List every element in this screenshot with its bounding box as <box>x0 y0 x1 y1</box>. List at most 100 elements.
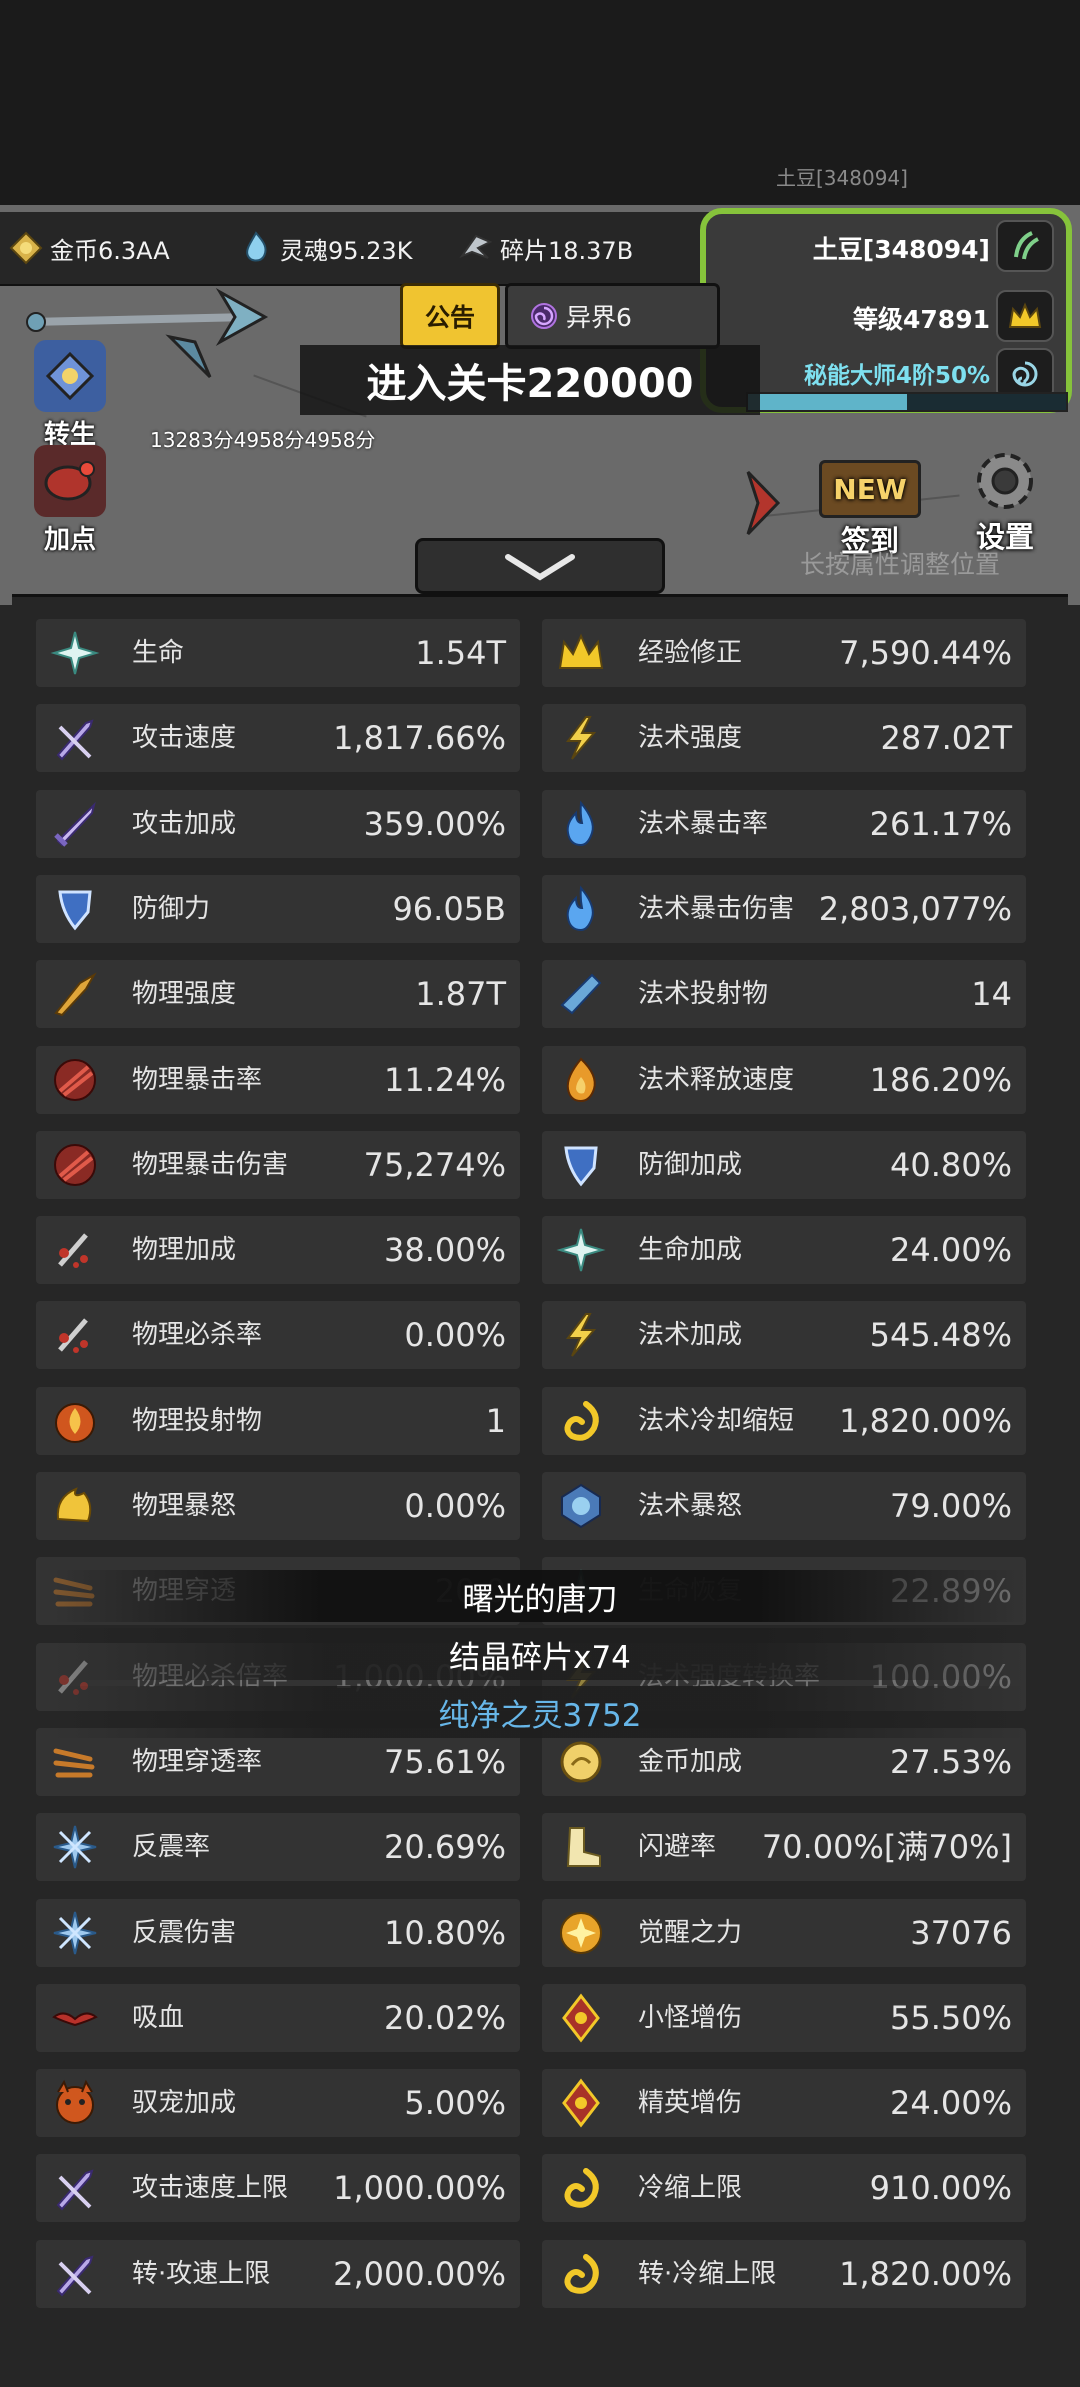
stat-cell[interactable]: 冷缩上限 910.00% <box>542 2154 1026 2223</box>
stat-label: 生命加成 <box>638 1235 743 1266</box>
blue-flame-icon <box>566 800 594 846</box>
swirl-icon <box>564 2253 599 2294</box>
stat-cell[interactable]: 转·冷缩上限 1,820.00% <box>542 2239 1026 2308</box>
stat-label: 生命 <box>132 638 185 668</box>
stat-cell[interactable]: 法术加成 545.48% <box>542 1301 1026 1370</box>
settings-button[interactable]: 设置 <box>950 445 1060 556</box>
chevron-down-icon <box>505 554 575 581</box>
gear-icon <box>977 453 1033 509</box>
stat-cell[interactable]: 生命加成 24.00% <box>542 1216 1026 1285</box>
pet-icon <box>56 2079 94 2125</box>
stat-cell[interactable]: 反震伤害 10.80% <box>36 1898 520 1967</box>
stat-label: 转·冷缩上限 <box>638 2258 777 2289</box>
stat-cell[interactable]: 物理强度 1.87T <box>36 960 520 1029</box>
stat-cell[interactable]: 法术投射物 14 <box>542 960 1026 1029</box>
collapse-button[interactable] <box>415 538 665 594</box>
emblem-icon <box>562 1993 600 2043</box>
stat-value: 11.24% <box>383 1060 506 1099</box>
stat-label: 驭宠加成 <box>132 2088 237 2119</box>
fire-orb-icon <box>55 1402 95 1443</box>
plus-icon <box>50 631 100 675</box>
stat-value: 1 <box>485 1401 506 1440</box>
coin-icon <box>560 1741 602 1783</box>
add-points-button[interactable]: 加点 <box>10 445 130 556</box>
spike-icon <box>53 1825 97 1869</box>
stat-cell[interactable]: 物理加成 38.00% <box>36 1216 520 1285</box>
stat-cell[interactable]: 攻击加成 359.00% <box>36 789 520 858</box>
notice-tab[interactable]: 公告 <box>400 283 500 349</box>
stat-value: 14 <box>971 975 1012 1014</box>
stat-label: 法术冷却缩短 <box>638 1405 795 1436</box>
page-arrow-icon[interactable] <box>742 468 782 542</box>
stat-cell[interactable]: 物理暴怒 0.00% <box>36 1472 520 1540</box>
stat-value: 70.00%[满70%] <box>761 1828 1012 1867</box>
stat-label: 转·攻速上限 <box>132 2258 271 2289</box>
stat-cell[interactable]: 攻击速度 1,817.66% <box>36 704 520 773</box>
stat-value: 287.02T <box>880 719 1012 758</box>
stat-cell[interactable]: 金币加成 27.53% <box>542 1727 1026 1796</box>
stat-cell[interactable]: 经验修正 7,590.44% <box>542 619 1026 687</box>
score-line: 13283分4958分4958分 <box>150 428 376 452</box>
flame-icon <box>566 1057 596 1102</box>
stat-cell[interactable]: 法术暴击伤害 2,803,077% <box>542 874 1026 943</box>
rank-progress-bar <box>746 392 1068 412</box>
stat-value: 27.53% <box>889 1742 1012 1781</box>
stat-cell[interactable]: 小怪增伤 55.50% <box>542 1983 1026 2052</box>
slash-icon <box>54 1058 96 1101</box>
stat-value: 20.02% <box>383 1998 506 2037</box>
stat-label: 法术暴怒 <box>638 1491 743 1521</box>
stats-panel: 生命 1.54T 攻击速度 1,817.66% 攻击加成 359.00% 防御力 96.05B… <box>12 594 1068 2387</box>
stat-cell[interactable]: 物理暴击伤害 75,274% <box>36 1130 520 1199</box>
player-rank: 秘能大师4阶50% <box>803 363 990 389</box>
stat-value: 96.05B <box>392 889 506 928</box>
rebirth-button[interactable]: 转生 <box>10 340 130 451</box>
new-badge: NEW <box>819 460 921 518</box>
stat-value: 38.00% <box>383 1231 506 1270</box>
stat-cell[interactable]: 闪避率 70.00%[满70%] <box>542 1813 1026 1882</box>
stat-label: 小怪增伤 <box>638 2002 743 2033</box>
lightning-icon <box>566 1313 597 1358</box>
stat-cell[interactable]: 防御力 96.05B <box>36 874 520 943</box>
stat-cell[interactable]: 生命 1.54T <box>36 619 520 687</box>
stat-value: 79.00% <box>889 1487 1012 1525</box>
top-player-tag: 土豆[348094] <box>776 166 908 190</box>
stat-label: 精英增伤 <box>638 2088 743 2119</box>
stat-label: 法术暴击伤害 <box>638 893 795 924</box>
stat-cell[interactable]: 攻击速度上限 1,000.00% <box>36 2154 520 2223</box>
stat-value: 545.48% <box>869 1316 1012 1355</box>
stat-cell[interactable]: 物理投射物 1 <box>36 1386 520 1455</box>
stat-value: 0.00% <box>404 1316 506 1355</box>
stat-label: 金币加成 <box>638 1746 743 1777</box>
stat-cell[interactable]: 驭宠加成 5.00% <box>36 2069 520 2138</box>
stat-cell[interactable]: 法术暴击率 261.17% <box>542 789 1026 858</box>
stat-cell[interactable]: 法术强度 287.02T <box>542 704 1026 773</box>
stat-cell[interactable]: 吸血 20.02% <box>36 1983 520 2052</box>
slash-icon <box>54 1143 96 1186</box>
stat-label: 物理暴怒 <box>132 1491 237 1521</box>
stat-cell[interactable]: 防御加成 40.80% <box>542 1130 1026 1199</box>
shield-icon <box>564 1146 598 1187</box>
stat-cell[interactable]: 法术暴怒 79.00% <box>542 1472 1026 1540</box>
stat-value: 0.00% <box>404 1487 506 1525</box>
claw-badge-icon <box>996 220 1054 272</box>
soul-resource: 灵魂95.23K <box>238 226 412 270</box>
gold-resource: 金币6.3AA <box>8 226 170 270</box>
stat-label: 物理必杀率 <box>132 1320 263 1351</box>
blood-icon <box>58 1318 88 1354</box>
stat-cell[interactable]: 转·攻速上限 2,000.00% <box>36 2239 520 2308</box>
stat-cell[interactable]: 物理暴击率 11.24% <box>36 1045 520 1114</box>
stat-cell[interactable]: 法术冷却缩短 1,820.00% <box>542 1386 1026 1455</box>
stat-cell[interactable]: 精英增伤 24.00% <box>542 2069 1026 2138</box>
stat-cell[interactable]: 物理必杀率 0.00% <box>36 1301 520 1370</box>
stat-label: 物理强度 <box>132 979 237 1010</box>
stat-cell[interactable]: 物理穿透率 75.61% <box>36 1727 520 1796</box>
stat-value: 910.00% <box>869 2169 1012 2208</box>
realm-tab[interactable]: 异界6 <box>505 283 720 349</box>
blade-icon <box>54 972 97 1017</box>
stat-cell[interactable]: 法术释放速度 186.20% <box>542 1045 1026 1114</box>
stat-label: 攻击加成 <box>132 808 237 839</box>
stat-value: 1,820.00% <box>839 1401 1012 1440</box>
stat-cell[interactable]: 觉醒之力 37076 <box>542 1898 1026 1967</box>
stat-value: 5.00% <box>404 2084 506 2123</box>
stat-cell[interactable]: 反震率 20.69% <box>36 1813 520 1882</box>
